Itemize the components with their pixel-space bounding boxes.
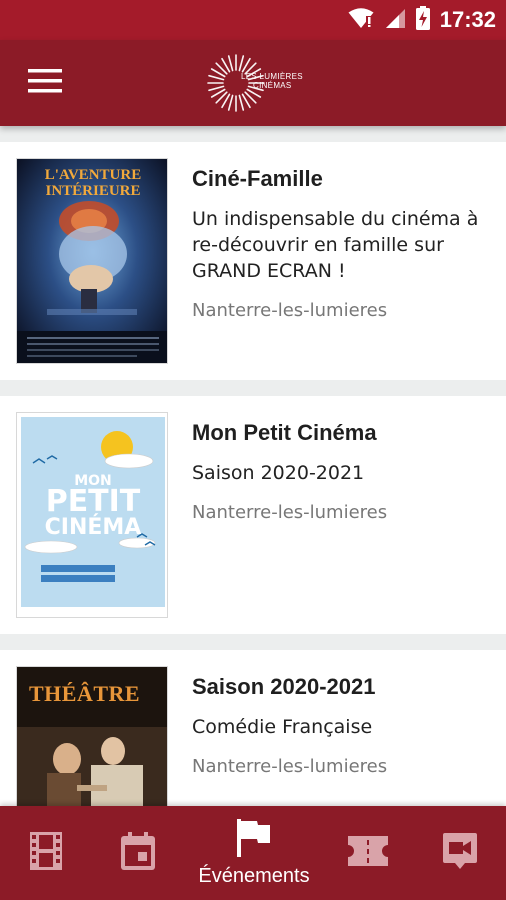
poster-title: MON PETIT CINÉMA <box>44 473 142 540</box>
bottom-navigation: Événements <box>0 806 506 900</box>
event-poster: THÉÂTRE <box>16 666 168 806</box>
event-title: Ciné-Famille <box>192 166 323 191</box>
nav-events[interactable]: Événements <box>186 806 322 900</box>
hamburger-menu-icon <box>28 69 62 97</box>
status-bar: 17:32 <box>0 0 506 40</box>
status-icons: 17:32 <box>348 0 496 40</box>
event-venue: Nanterre-les-lumieres <box>192 756 388 777</box>
ticket-icon <box>348 836 388 870</box>
event-description: Saison 2020-2021 <box>192 462 365 484</box>
nav-tickets[interactable] <box>330 806 406 900</box>
events-list[interactable]: L'AVENTURE INTÉRIEURE Ciné-Famille Un in… <box>0 142 506 806</box>
status-time: 17:32 <box>439 7 496 32</box>
event-venue: Nanterre-les-lumieres <box>192 502 388 523</box>
event-title: Mon Petit Cinéma <box>192 420 377 445</box>
film-strip-icon <box>30 832 62 874</box>
event-description: Comédie Française <box>192 716 373 738</box>
event-card[interactable]: THÉÂTRE Saison 2020-2021 Comédie Françai… <box>0 650 506 806</box>
nav-films[interactable] <box>8 806 84 900</box>
poster-title: THÉÂTRE <box>29 681 141 706</box>
nav-events-label: Événements <box>198 864 310 887</box>
event-poster: L'AVENTURE INTÉRIEURE <box>16 158 168 364</box>
event-poster: MON PETIT CINÉMA <box>16 412 168 618</box>
event-card[interactable]: MON PETIT CINÉMA Mon Petit Cinéma Saison… <box>0 396 506 634</box>
poster-title: L'AVENTURE INTÉRIEURE <box>44 167 142 199</box>
cell-signal-icon <box>384 7 406 33</box>
flag-icon <box>237 818 271 861</box>
event-title: Saison 2020-2021 <box>192 674 376 699</box>
app-bar: LES LUMIÈRES CINÉMAS <box>0 40 506 126</box>
event-venue: Nanterre-les-lumieres <box>192 300 388 321</box>
event-card[interactable]: L'AVENTURE INTÉRIEURE Ciné-Famille Un in… <box>0 142 506 380</box>
event-description: Un indispensable du cinéma à re-découvri… <box>192 208 479 282</box>
nav-trailers[interactable] <box>422 806 498 900</box>
battery-charging-icon <box>415 6 430 34</box>
menu-button[interactable] <box>22 64 68 102</box>
app-logo: LES LUMIÈRES CINÉMAS <box>205 52 305 114</box>
calendar-icon <box>121 832 155 874</box>
wifi-icon <box>348 7 374 33</box>
nav-calendar[interactable] <box>100 806 176 900</box>
logo-text: LES LUMIÈRES CINÉMAS <box>241 72 303 90</box>
video-camera-icon <box>443 833 477 873</box>
